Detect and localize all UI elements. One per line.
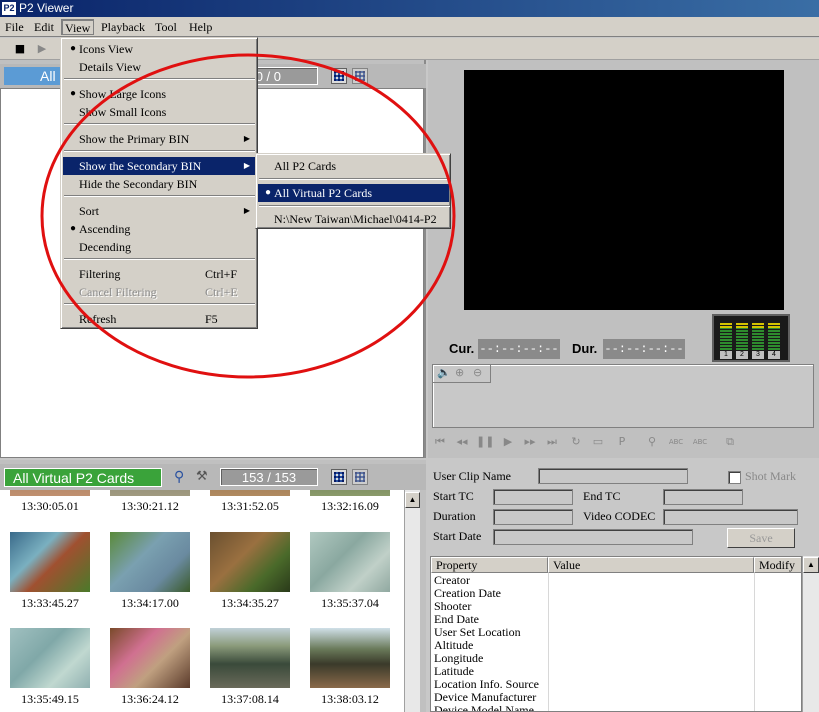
clip-thumbnail[interactable] [110,628,190,688]
thumbnail-scrollbar[interactable]: ▲ [404,490,420,712]
secondary-bin-counter: 153 / 153 [220,468,318,486]
secondary-bin-bar: All Virtual P2 Cards ⚲ ⚒ 153 / 153 [0,464,426,490]
abc-in-icon[interactable]: ABC [668,434,684,450]
video-codec-label: Video CODEC [583,509,656,523]
clip-thumbnail[interactable] [10,490,90,496]
clip-time: 13:32:16.09 [321,499,379,513]
clip-thumbnail[interactable] [310,490,390,496]
dur-label: Dur. [572,341,598,356]
abc-out-icon[interactable]: ABC [692,434,708,450]
meter-channel: 1 [720,351,732,359]
stop-icon[interactable]: ■ [12,41,28,57]
loop-icon[interactable]: ↻ [568,434,584,450]
menu-help[interactable]: Help [186,19,215,35]
small-grid-view-icon[interactable] [352,469,368,485]
search-icon[interactable]: ⚲ [644,434,660,450]
clip-thumbnail[interactable] [310,532,390,592]
menu-view[interactable]: View [61,19,95,35]
clip-time: 13:35:49.15 [21,692,79,706]
title-bar: P2 P2 Viewer [0,0,819,17]
audio-level-meter: 1 2 3 4 [712,314,790,362]
clip-time: 13:30:21.12 [121,499,179,513]
mark-icon[interactable]: ▭ [590,434,606,450]
clip-time: 13:33:45.27 [21,596,79,610]
audio-control-area: 🔈 ⊕ ⊖ [432,364,814,428]
clip-thumbnail[interactable] [110,532,190,592]
scroll-up-icon[interactable]: ▲ [803,557,819,573]
dur-timecode: --:--:--:-- [603,339,685,359]
user-clip-name-label: User Clip Name [433,469,511,483]
grid-view-icon[interactable] [331,469,347,485]
p2-app-icon: P2 [2,2,16,15]
pause-icon[interactable]: ❚❚ [476,434,494,450]
layout-icon[interactable]: ⧉ [722,434,738,450]
duration-label: Duration [433,509,476,523]
clip-thumbnail[interactable] [210,628,290,688]
clip-thumbnail[interactable] [210,532,290,592]
clip-thumbnail[interactable] [110,490,190,496]
clip-thumbnail-grid: 13:30:05.01 13:30:21.12 13:31:52.05 13:3… [0,490,404,712]
meter-channel: 2 [736,351,748,359]
clip-time: 13:34:17.00 [121,596,179,610]
clip-time: 13:30:05.01 [21,499,79,513]
zoom-out-icon[interactable]: ⊖ [473,366,482,379]
filter-icon[interactable]: ⚒ [196,469,208,484]
shot-mark-checkbox[interactable] [728,471,741,484]
clip-time: 13:37:08.14 [221,692,279,706]
annotation-ellipse [40,53,456,379]
search-clip-icon[interactable]: ⚲ [174,469,184,485]
menu-playback[interactable]: Playback [98,19,148,35]
cur-timecode: --:--:--:-- [478,339,560,359]
clip-thumbnail[interactable] [10,532,90,592]
video-preview [464,70,784,310]
video-codec-field [663,509,798,525]
window-title: P2 Viewer [19,1,74,15]
p-icon[interactable]: P [614,434,630,450]
duration-field [493,509,573,525]
clip-thumbnail[interactable] [210,490,290,496]
start-date-field [493,529,693,545]
end-tc-label: End TC [583,489,621,503]
clip-thumbnail[interactable] [10,628,90,688]
clip-thumbnail[interactable] [310,628,390,688]
property-scrollbar[interactable]: ▲ [802,556,819,712]
clip-time: 13:38:03.12 [321,692,379,706]
clip-time: 13:31:52.05 [221,499,279,513]
secondary-bin-name[interactable]: All Virtual P2 Cards [4,468,162,487]
menu-file[interactable]: File [2,19,27,35]
property-row[interactable]: Device Model Name [434,704,534,712]
property-table: Property Value Modify Creator Creation D… [430,556,802,712]
modify-column-header[interactable]: Modify [754,557,801,573]
start-date-label: Start Date [433,529,482,543]
clip-time: 13:36:24.12 [121,692,179,706]
shot-mark-label: Shot Mark [745,469,796,483]
menu-bar: File Edit View Playback Tool Help [0,17,819,37]
clip-time: 13:35:37.04 [321,596,379,610]
step-forward-icon[interactable]: ▸▸ [522,434,538,450]
clip-time: 13:34:35.27 [221,596,279,610]
start-tc-label: Start TC [433,489,474,503]
scroll-up-icon[interactable]: ▲ [405,492,420,508]
skip-end-icon[interactable]: ⏭ [544,434,560,450]
save-button[interactable]: Save [727,528,795,548]
step-back-icon[interactable]: ◂◂ [454,434,470,450]
skip-start-icon[interactable]: ⏮ [432,434,448,450]
play-button-icon[interactable]: ▶ [500,434,516,450]
start-tc-field [493,489,573,505]
user-clip-name-field[interactable] [538,468,688,484]
property-column-header[interactable]: Property [431,557,548,573]
value-column-header[interactable]: Value [548,557,754,573]
menu-tool[interactable]: Tool [152,19,180,35]
meter-channel: 3 [752,351,764,359]
menu-edit[interactable]: Edit [31,19,57,35]
end-tc-field [663,489,743,505]
transport-controls: ⏮ ◂◂ ❚❚ ▶ ▸▸ ⏭ ↻ ▭ P ⚲ ABC ABC ⧉ [430,432,819,452]
meter-channel: 4 [768,351,780,359]
